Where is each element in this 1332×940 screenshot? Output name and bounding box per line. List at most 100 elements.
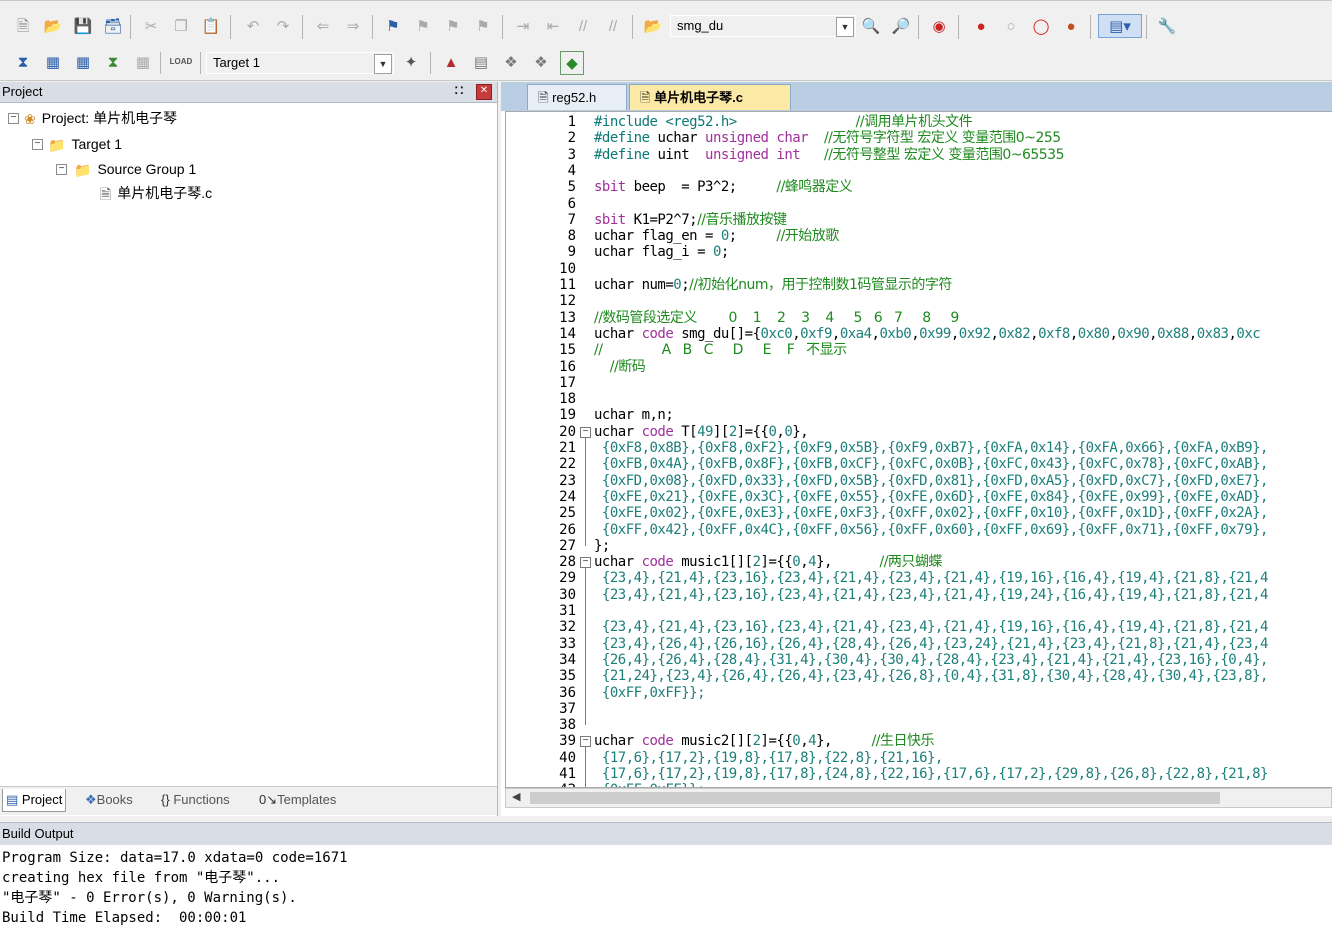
fold-toggle-icon[interactable]: −	[580, 736, 591, 748]
code-line: {23,4},{21,4},{23,16},{23,4},{21,4},{23,…	[594, 619, 1269, 635]
code-token: ]={{	[736, 423, 769, 440]
close-icon[interactable]: ✕	[476, 84, 492, 100]
code-token: {23,4},{26,4},{26,16},{26,4},{28,4},{26,…	[594, 635, 1269, 652]
manage-rte-icon[interactable]: ❖	[500, 51, 522, 73]
batch-build-icon[interactable]: ⧗	[102, 51, 124, 73]
horizontal-scrollbar[interactable]: ◀	[505, 788, 1332, 808]
disable-breakpoint-icon[interactable]: ○	[1000, 15, 1022, 37]
code-token: ]={{	[760, 733, 793, 750]
code-token: ,	[1188, 325, 1197, 342]
collapse-toggle-icon[interactable]: −	[32, 139, 43, 150]
manage-components-icon[interactable]: ▲	[440, 51, 462, 73]
prev-bookmark-icon[interactable]: ⚑	[412, 15, 434, 37]
translate-icon[interactable]: ⧗	[12, 51, 34, 73]
tab-functions[interactable]: {} Functions	[158, 789, 233, 811]
rebuild-icon[interactable]: ▦	[72, 51, 94, 73]
nav-back-icon[interactable]: ⇐	[312, 15, 334, 37]
code-token: music2[][	[673, 733, 753, 750]
code-token: #include <reg52.h>	[594, 114, 737, 130]
code-token: ,	[950, 325, 959, 342]
tab-main-c[interactable]: 🗎 单片机电子琴.c	[629, 84, 791, 110]
code-token: {0xFD,0x08},{0xFD,0x33},{0xFD,0x5B},{0xF…	[594, 472, 1269, 489]
code-line: {0xFD,0x08},{0xFD,0x33},{0xFD,0x5B},{0xF…	[594, 472, 1269, 489]
build-icon[interactable]: ▦	[42, 51, 64, 73]
bookmark-icon[interactable]: ⚑	[382, 15, 404, 37]
pack-installer-icon[interactable]: ❖	[530, 51, 552, 73]
tab-templates[interactable]: 0↘Templates	[256, 789, 339, 811]
code-token: #define	[594, 146, 650, 163]
scroll-left-icon[interactable]: ◀	[512, 790, 520, 803]
code-token: music1[][	[673, 554, 753, 571]
indent-icon[interactable]: ⇥	[512, 15, 534, 37]
code-token: uchar flag_i =	[594, 244, 713, 261]
clear-bookmarks-icon[interactable]: ⚑	[472, 15, 494, 37]
save-icon[interactable]: 💾	[72, 15, 94, 37]
project-panel-tabs: ▤ Project ❖Books {} Functions 0↘Template…	[0, 786, 497, 815]
code-token: code	[641, 325, 674, 342]
code-line: {0xFF,0xFF}};	[594, 685, 706, 701]
scrollbar-thumb[interactable]	[530, 792, 1220, 804]
breakpoint-icon[interactable]: ●	[970, 15, 992, 37]
project-panel-title: Project	[2, 84, 43, 99]
undo-icon[interactable]: ↶	[242, 15, 264, 37]
tab-reg52h[interactable]: 🗎 reg52.h	[527, 84, 627, 110]
tree-item-target[interactable]: 📁 Target 1	[48, 134, 122, 154]
collapse-toggle-icon[interactable]: −	[56, 164, 67, 175]
code-token: 0xf9	[800, 325, 832, 342]
code-line: #define uchar unsigned char //无符号字符型 宏定义…	[594, 130, 1061, 146]
code-view[interactable]: 1 2 3 4 5 6 7 8 9 10 11 12 13 14 15 16 17 18 19 20 21 22 23 24 2…	[505, 111, 1332, 788]
find-combo[interactable]: smg_du ▼	[670, 15, 856, 37]
fold-toggle-icon[interactable]: −	[580, 426, 591, 438]
find-icon[interactable]: 🔍	[860, 15, 882, 37]
cut-icon[interactable]: ✂	[140, 15, 162, 37]
window-layout-icon[interactable]: ▤▾	[1098, 14, 1142, 38]
save-all-icon[interactable]: 🗃	[102, 15, 124, 37]
find-in-files-icon[interactable]: 📂	[642, 15, 664, 37]
code-token: 0xa4	[839, 325, 872, 342]
code-line: //断码	[594, 359, 646, 375]
tree-item-project[interactable]: ❀ Project: 单片机电子琴	[24, 108, 177, 128]
code-token: ][	[712, 423, 729, 440]
tree-item-source-group[interactable]: 📁 Source Group 1	[74, 159, 196, 179]
download-icon[interactable]: LOAD	[170, 51, 193, 73]
debug-session-icon[interactable]: ◉	[928, 15, 950, 37]
code-line: {21,24},{23,4},{26,4},{26,4},{23,4},{26,…	[594, 668, 1269, 684]
comment-icon[interactable]: //	[572, 15, 594, 37]
incremental-find-icon[interactable]: 🔎	[890, 15, 912, 37]
code-token: // A B C D E F 不显示	[594, 342, 847, 359]
tab-project[interactable]: ▤ Project	[2, 789, 67, 812]
code-token: ,	[800, 733, 809, 750]
pin-icon[interactable]: ⛚	[452, 84, 466, 98]
next-bookmark-icon[interactable]: ⚑	[442, 15, 464, 37]
line-number: 13	[559, 309, 576, 326]
disable-all-breakpoints-icon[interactable]: ◯	[1030, 15, 1052, 37]
paste-icon[interactable]: 📋	[200, 15, 222, 37]
new-file-icon[interactable]: 🗎	[12, 15, 34, 37]
tab-books[interactable]: ❖Books	[82, 789, 136, 811]
unindent-icon[interactable]: ⇤	[542, 15, 564, 37]
line-number: 6	[567, 195, 576, 212]
build-toolbar: ⧗ ▦ ▦ ⧗ ▦ LOAD Target 1 ▼ ✦ ▲ ▤ ❖ ❖ ◆	[0, 46, 1332, 81]
tree-item-label: Project: 单片机电子琴	[41, 110, 178, 126]
chevron-down-icon[interactable]: ▼	[836, 17, 854, 37]
configure-icon[interactable]: 🔧	[1156, 15, 1178, 37]
tree-item-file[interactable]: 🗎 单片机电子琴.c	[100, 183, 212, 203]
target-select[interactable]: Target 1 ▼	[206, 52, 394, 74]
line-number: 35	[559, 668, 576, 685]
pack-icon[interactable]: ◆	[560, 51, 584, 75]
copy-icon[interactable]: ❐	[170, 15, 192, 37]
nav-forward-icon[interactable]: ⇒	[342, 15, 364, 37]
fold-toggle-icon[interactable]: −	[580, 557, 591, 569]
kill-breakpoints-icon[interactable]: ●	[1060, 15, 1082, 37]
code-token: //蜂鸣器定义	[776, 179, 853, 196]
collapse-toggle-icon[interactable]: −	[8, 113, 19, 124]
redo-icon[interactable]: ↷	[272, 15, 294, 37]
uncomment-icon[interactable]: //	[602, 15, 624, 37]
select-packs-icon[interactable]: ▤	[470, 51, 492, 73]
open-folder-icon[interactable]: 📂	[42, 15, 64, 37]
target-options-icon[interactable]: ✦	[400, 51, 422, 73]
chevron-down-icon[interactable]: ▼	[374, 54, 392, 74]
code-token: {17,6},{17,2},{19,8},{17,8},{22,8},{21,1…	[594, 749, 943, 766]
stop-build-icon[interactable]: ▦	[132, 51, 154, 73]
line-number: 32	[559, 619, 576, 636]
